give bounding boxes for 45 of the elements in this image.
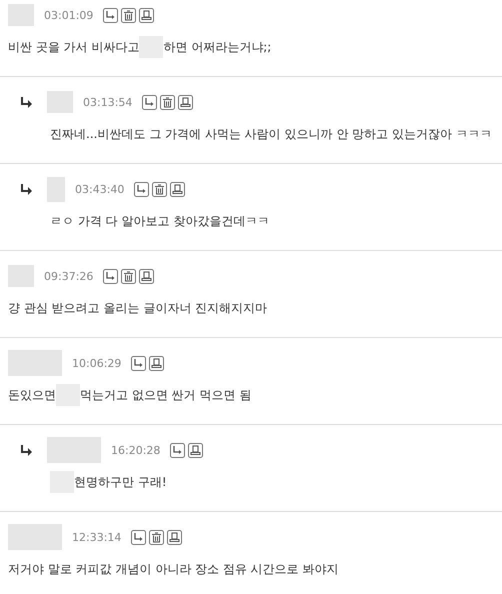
comment-text: 하면 어쩌라는거냐;; [163,38,272,56]
comment-text: 진짜네...비싼데도 그 가격에 사먹는 사람이 있으니까 안 망하고 있는거잖아 ㅋㅋㅋ [50,126,492,142]
comment-text: 걍 관심 받으려고 올리는 글이자너 진지해지지마 [8,300,268,316]
reply-icon[interactable] [170,442,186,458]
trash-icon[interactable] [152,182,168,196]
timestamp: 10:06:29 [72,356,122,370]
redacted-name [47,437,101,463]
comment-text: 먹는거고 없으면 싼거 먹으면 됨 [80,386,252,404]
timestamp: 03:43:40 [75,182,124,196]
timestamp: 03:13:54 [83,96,132,108]
stamp-icon[interactable] [188,442,204,458]
reply-arrow-icon [20,96,33,108]
reply-icon[interactable] [134,182,150,196]
redacted-name [47,91,73,113]
stamp-icon[interactable] [139,8,154,22]
comment-text: 현명하구만 구래! [74,474,167,490]
reply-icon[interactable] [103,268,118,284]
redacted-name [8,350,62,376]
redacted-name [8,4,34,26]
comment-text: ㄹㅇ 가격 다 알아보고 찾아갔을건데ㅋㅋ [50,212,270,230]
timestamp: 16:20:28 [111,444,160,456]
stamp-icon[interactable] [178,94,194,110]
reply-arrow-icon [20,444,33,456]
comment-text: 돈있으면 [8,386,56,404]
reply-arrow-icon [20,184,33,194]
trash-icon[interactable] [149,530,164,544]
comment-text: 저거야 말로 커피값 개념이 아니라 장소 점유 시간으로 봐야지 [8,560,339,578]
redacted-name [47,176,65,202]
redacted-name [8,265,34,287]
stamp-icon[interactable] [139,268,154,284]
timestamp: 12:33:14 [72,530,122,544]
stamp-icon[interactable] [167,530,182,544]
trash-icon[interactable] [121,8,136,22]
trash-icon[interactable] [160,94,176,110]
trash-icon[interactable] [121,268,136,284]
reply-icon[interactable] [131,356,146,370]
reply-icon[interactable] [142,94,158,110]
stamp-icon[interactable] [149,356,164,370]
timestamp: 03:01:09 [44,8,94,22]
reply-icon[interactable] [131,530,146,544]
stamp-icon[interactable] [170,182,186,196]
comment-text: 비싼 곳을 가서 비싸다고 [8,38,140,56]
redacted-name [8,524,62,550]
timestamp: 09:37:26 [44,270,94,282]
reply-icon[interactable] [103,8,118,22]
